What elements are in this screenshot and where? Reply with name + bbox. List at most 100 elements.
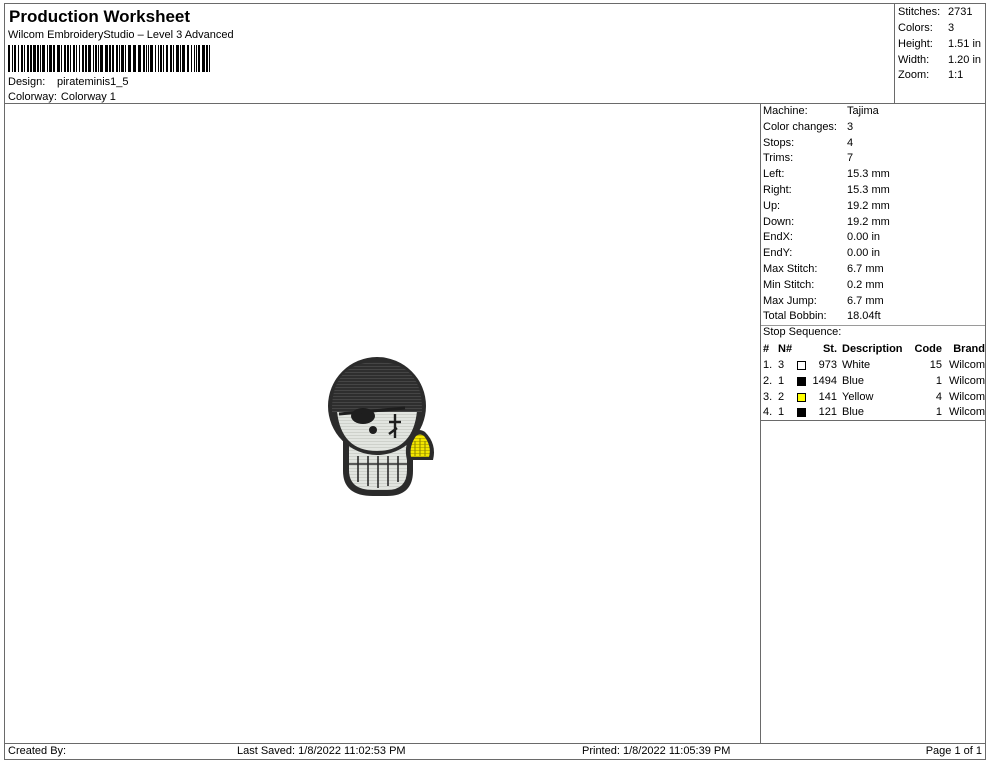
design-label: Design:: [8, 76, 46, 88]
worksheet-title: Production Worksheet: [9, 7, 191, 26]
thread-color-swatch: [797, 361, 806, 370]
design-row: Design: pirateminis1_5: [8, 76, 129, 88]
row-needle: 1: [778, 406, 785, 419]
design-value: pirateminis1_5: [57, 76, 129, 88]
row-needle: 1: [778, 374, 785, 387]
row-needle: 3: [778, 359, 785, 371]
info-row: Stops: 4: [763, 137, 985, 152]
summary-stitches: Stitches: 2731: [898, 6, 972, 18]
row-index: 1.: [763, 359, 773, 371]
info-value: 4: [847, 136, 854, 149]
info-value: 6.7 mm: [847, 294, 884, 307]
stop-sequence-row: 2. 1 1494 Blue 1 Wilcom: [763, 375, 985, 390]
printed-date: Printed: 1/8/2022 11:05:39 PM: [582, 745, 731, 757]
row-brand: Wilcom: [948, 374, 985, 387]
row-code: 1: [935, 406, 942, 419]
row-description: White: [842, 359, 871, 371]
info-row: Machine: Tajima: [763, 105, 985, 120]
info-label: Total Bobbin:: [763, 310, 827, 323]
info-row: Total Bobbin: 18.04ft: [763, 310, 985, 325]
info-row: Min Stitch: 0.2 mm: [763, 279, 985, 294]
last-saved: Last Saved: 1/8/2022 11:02:53 PM: [237, 745, 406, 757]
thread-color-swatch: [797, 376, 806, 386]
summary-value: 3: [948, 22, 955, 34]
info-row: EndY: 0.00 in: [763, 247, 985, 262]
info-label: Right:: [763, 184, 792, 196]
thread-color-swatch: [797, 408, 806, 418]
row-stitches: 141: [818, 390, 837, 403]
created-by: Created By:: [8, 745, 67, 757]
summary-value: 1:1: [948, 69, 964, 81]
col-header-code: Code: [914, 343, 943, 355]
info-label: Color changes:: [763, 120, 837, 133]
row-description: Blue: [842, 406, 865, 419]
summary-height: Height: 1.51 in: [898, 38, 981, 50]
col-header-index: #: [763, 343, 770, 355]
worksheet-footer: Created By: Last Saved: 1/8/2022 11:02:5…: [4, 743, 986, 760]
row-brand: Wilcom: [948, 406, 985, 419]
stop-sequence-title: Stop Sequence:: [763, 326, 985, 341]
info-empty-area: [760, 420, 986, 744]
stop-sequence-label: Stop Sequence:: [763, 326, 842, 338]
summary-label: Stitches:: [898, 6, 941, 18]
page-number: Page 1 of 1: [925, 745, 982, 757]
row-brand: Wilcom: [948, 390, 985, 403]
summary-value: 1.20 in: [948, 54, 982, 66]
colorway-label: Colorway:: [8, 91, 57, 103]
info-value: 0.00 in: [847, 231, 881, 244]
row-stitches: 121: [818, 406, 837, 419]
info-value: 0.2 mm: [847, 278, 884, 291]
row-needle: 2: [778, 390, 785, 403]
info-row: Max Stitch: 6.7 mm: [763, 263, 985, 278]
info-value: 0.00 in: [847, 247, 881, 260]
info-label: Max Jump:: [763, 294, 817, 307]
design-preview: [4, 103, 761, 744]
info-value: 3: [847, 120, 854, 133]
info-label: Machine:: [763, 105, 808, 117]
info-value: 7: [847, 152, 854, 165]
info-row: Trims: 7: [763, 152, 985, 167]
info-label: EndY:: [763, 247, 793, 260]
info-row: EndX: 0.00 in: [763, 231, 985, 246]
colorway-row: Colorway: Colorway 1: [8, 91, 116, 103]
info-row: Max Jump: 6.7 mm: [763, 295, 985, 310]
summary-colors: Colors: 3: [898, 22, 954, 34]
info-label: Stops:: [763, 136, 795, 149]
info-value: 19.2 mm: [847, 199, 890, 212]
info-value: 15.3 mm: [847, 168, 890, 181]
summary-panel: Stitches: 2731 Colors: 3 Height: 1.51 in Wi…: [894, 3, 986, 104]
info-row: Down: 19.2 mm: [763, 216, 985, 231]
row-description: Blue: [842, 374, 865, 387]
barcode: [8, 45, 210, 72]
info-value: 18.04ft: [847, 310, 881, 323]
summary-label: Height:: [898, 38, 933, 50]
info-row: Right: 15.3 mm: [763, 184, 985, 199]
summary-zoom: Zoom: 1:1: [898, 69, 963, 81]
software-name: Wilcom EmbroideryStudio – Level 3 Advanc…: [8, 29, 234, 41]
info-value: 19.2 mm: [847, 215, 890, 228]
row-code: 4: [935, 390, 942, 403]
stop-sequence-row: 3. 2 141 Yellow 4 Wilcom: [763, 391, 985, 406]
col-header-brand: Brand: [953, 343, 985, 355]
row-index: 2.: [763, 374, 773, 387]
info-label: Max Stitch:: [763, 263, 818, 275]
colorway-value: Colorway 1: [60, 91, 116, 103]
row-index: 4.: [763, 406, 773, 419]
info-label: Up:: [763, 199, 781, 212]
summary-label: Width:: [898, 54, 930, 66]
info-label: Left:: [763, 168, 785, 181]
row-stitches: 973: [818, 359, 837, 371]
col-header-description: Description: [842, 343, 903, 355]
col-header-stitches: St.: [822, 343, 837, 355]
info-label: Min Stitch:: [763, 278, 815, 291]
embroidery-design-image: [328, 357, 434, 496]
row-stitches: 1494: [812, 374, 837, 387]
stop-sequence-header: # N# St. Description Code Brand: [763, 343, 985, 358]
info-value: Tajima: [847, 105, 879, 117]
row-brand: Wilcom: [948, 359, 985, 371]
col-header-needle: N#: [778, 343, 793, 355]
info-row: Left: 15.3 mm: [763, 168, 985, 183]
worksheet-header: Production Worksheet Wilcom EmbroiderySt…: [4, 3, 895, 104]
info-label: Down:: [763, 215, 795, 228]
skull-eye: [369, 426, 377, 434]
